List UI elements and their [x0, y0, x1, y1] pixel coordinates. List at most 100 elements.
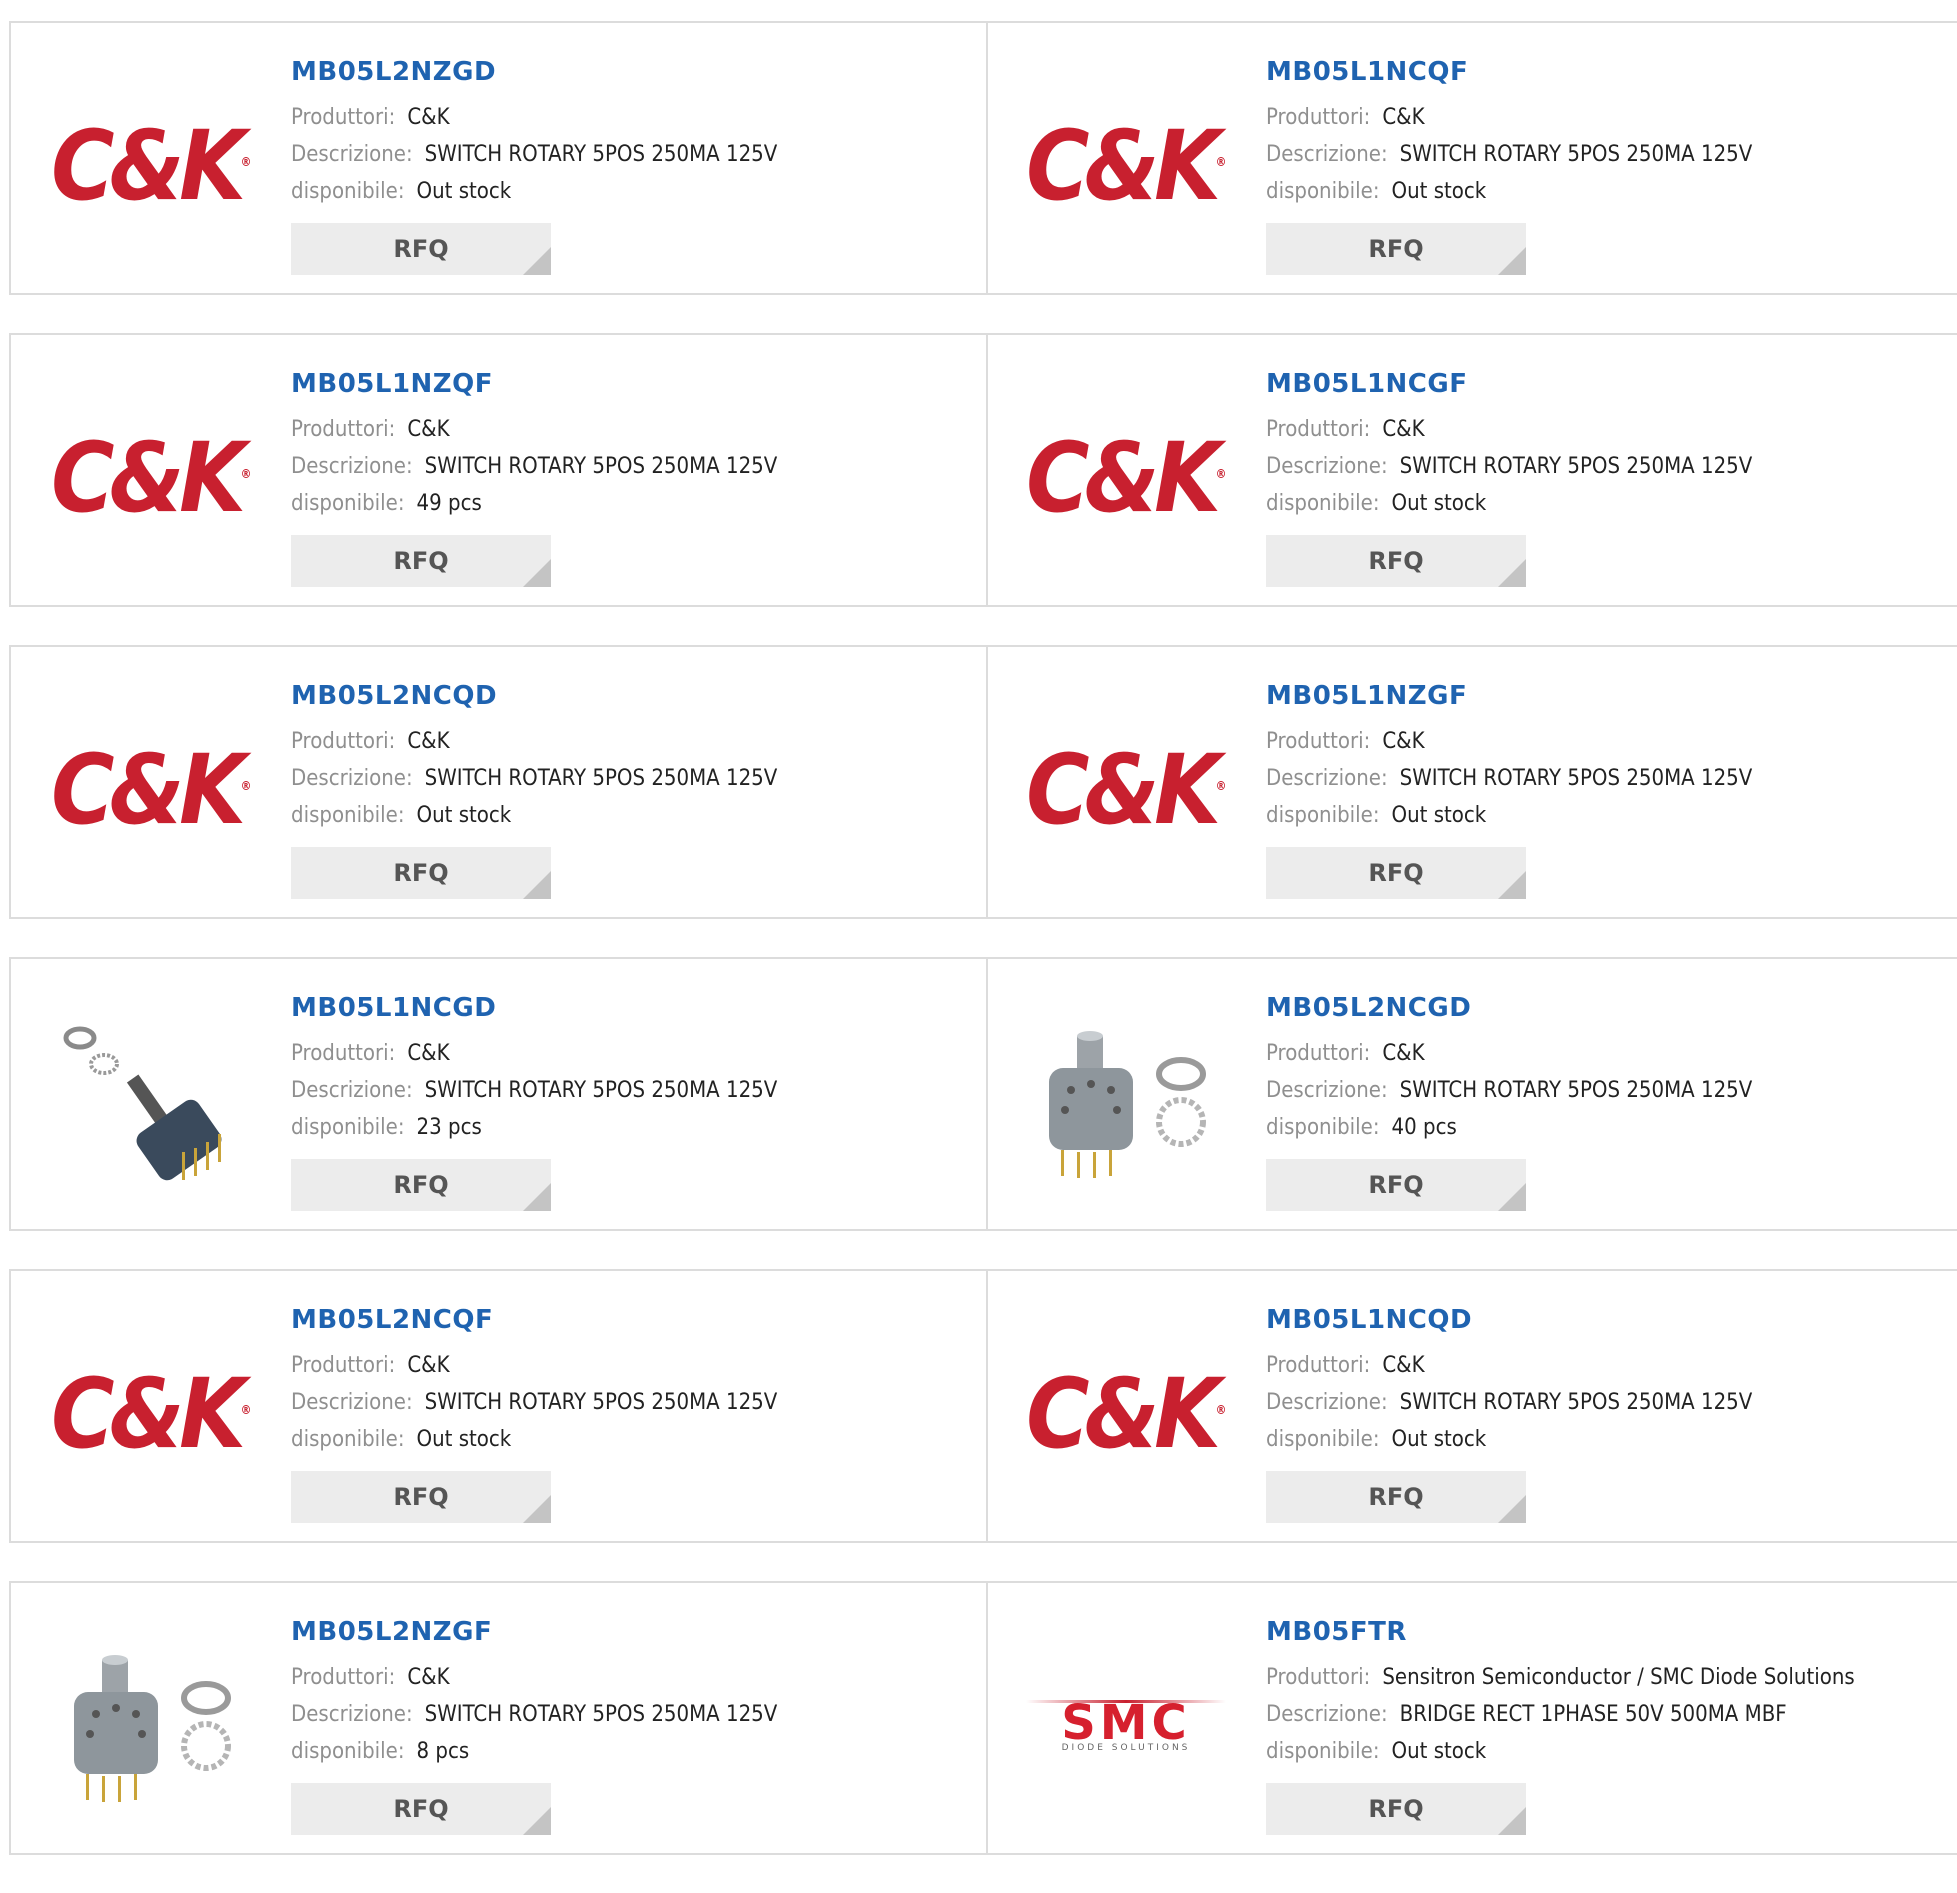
product-image[interactable]: C&K® — [1024, 695, 1228, 885]
product-card: MB05L2NCGD Produttori: C&K Descrizione: SW… — [986, 959, 1957, 1229]
manufacturer-value: C&K — [1382, 1041, 1425, 1066]
smc-logo-subtitle: DIODE SOLUTIONS — [1061, 1742, 1191, 1753]
manufacturer-row: Produttori: C&K — [1266, 99, 1947, 136]
manufacturer-value: C&K — [1382, 1353, 1425, 1378]
product-image[interactable] — [49, 1631, 253, 1821]
rfq-button[interactable]: RFQ — [291, 1159, 551, 1211]
manufacturer-label: Produttori: — [1266, 1665, 1371, 1690]
part-number-link[interactable]: MB05FTR — [1266, 1613, 1947, 1651]
part-number-link[interactable]: MB05L2NCQF — [291, 1301, 976, 1339]
availability-value: Out stock — [416, 179, 512, 204]
product-row: C&K® MB05L2NCQD Produttori: C&K Descrizio… — [9, 645, 1957, 919]
rfq-button[interactable]: RFQ — [291, 1471, 551, 1523]
product-row: C&K® MB05L1NZQF Produttori: C&K Descrizio… — [9, 333, 1957, 607]
availability-value: 40 pcs — [1391, 1115, 1457, 1140]
description-label: Descrizione: — [1266, 142, 1388, 167]
product-image[interactable]: C&K® — [49, 383, 253, 573]
availability-label: disponibile: — [1266, 179, 1380, 204]
rfq-button[interactable]: RFQ — [1266, 535, 1526, 587]
manufacturer-value: C&K — [407, 1041, 450, 1066]
product-info: MB05L2NCQF Produttori: C&K Descrizione: SW… — [291, 1301, 976, 1523]
part-number-link[interactable]: MB05L2NZGF — [291, 1613, 976, 1651]
description-label: Descrizione: — [1266, 766, 1388, 791]
manufacturer-value: C&K — [407, 417, 450, 442]
rfq-button[interactable]: RFQ — [291, 847, 551, 899]
part-number-link[interactable]: MB05L1NCGD — [291, 989, 976, 1027]
manufacturer-label: Produttori: — [291, 417, 396, 442]
description-value: SWITCH ROTARY 5POS 250MA 125V — [1399, 766, 1753, 791]
ck-logo: C&K® — [1026, 118, 1226, 214]
availability-label: disponibile: — [1266, 491, 1380, 516]
product-image[interactable]: SMC DIODE SOLUTIONS — [1024, 1631, 1228, 1821]
description-row: Descrizione: SWITCH ROTARY 5POS 250MA 125… — [291, 448, 976, 485]
description-value: SWITCH ROTARY 5POS 250MA 125V — [424, 1078, 778, 1103]
manufacturer-value: C&K — [407, 729, 450, 754]
ck-logo: C&K® — [1026, 742, 1226, 838]
product-image[interactable]: C&K® — [49, 1319, 253, 1509]
part-number-link[interactable]: MB05L2NCGD — [1266, 989, 1947, 1027]
description-row: Descrizione: SWITCH ROTARY 5POS 250MA 125… — [1266, 448, 1947, 485]
description-row: Descrizione: SWITCH ROTARY 5POS 250MA 125… — [291, 760, 976, 797]
product-image[interactable] — [1024, 1007, 1228, 1197]
rfq-button[interactable]: RFQ — [1266, 1471, 1526, 1523]
manufacturer-value: Sensitron Semiconductor / SMC Diode Solu… — [1382, 1665, 1855, 1690]
product-card: C&K® MB05L2NCQF Produttori: C&K Descrizio… — [9, 1271, 988, 1541]
part-number-link[interactable]: MB05L1NCGF — [1266, 365, 1947, 403]
part-number-link[interactable]: MB05L2NCQD — [291, 677, 976, 715]
part-number-link[interactable]: MB05L1NZQF — [291, 365, 976, 403]
registered-mark: ® — [240, 1403, 252, 1417]
product-card: C&K® MB05L1NCGF Produttori: C&K Descrizio… — [986, 335, 1957, 605]
product-image[interactable]: C&K® — [1024, 383, 1228, 573]
product-info: MB05L1NCQD Produttori: C&K Descrizione: SW… — [1266, 1301, 1947, 1523]
availability-label: disponibile: — [1266, 1739, 1380, 1764]
description-value: BRIDGE RECT 1PHASE 50V 500MA MBF — [1399, 1702, 1787, 1727]
availability-label: disponibile: — [1266, 1427, 1380, 1452]
product-image[interactable]: C&K® — [49, 71, 253, 261]
description-row: Descrizione: SWITCH ROTARY 5POS 250MA 125… — [1266, 1384, 1947, 1421]
manufacturer-row: Produttori: C&K — [291, 411, 976, 448]
part-number-link[interactable]: MB05L1NZGF — [1266, 677, 1947, 715]
part-number-link[interactable]: MB05L1NCQF — [1266, 53, 1947, 91]
description-value: SWITCH ROTARY 5POS 250MA 125V — [424, 1390, 778, 1415]
product-card: C&K® MB05L1NCQD Produttori: C&K Descrizio… — [986, 1271, 1957, 1541]
product-row: C&K® MB05L2NCQF Produttori: C&K Descrizio… — [9, 1269, 1957, 1543]
availability-label: disponibile: — [291, 1115, 405, 1140]
availability-label: disponibile: — [291, 1739, 405, 1764]
rfq-button[interactable]: RFQ — [291, 535, 551, 587]
manufacturer-label: Produttori: — [1266, 105, 1371, 130]
rfq-button[interactable]: RFQ — [1266, 223, 1526, 275]
rfq-button[interactable]: RFQ — [291, 223, 551, 275]
rfq-button[interactable]: RFQ — [291, 1783, 551, 1835]
availability-label: disponibile: — [291, 1427, 405, 1452]
product-card: C&K® MB05L2NZGD Produttori: C&K Descrizio… — [9, 23, 988, 293]
product-image[interactable]: C&K® — [1024, 1319, 1228, 1509]
rfq-button[interactable]: RFQ — [1266, 847, 1526, 899]
description-label: Descrizione: — [1266, 454, 1388, 479]
availability-value: Out stock — [1391, 1427, 1487, 1452]
product-image[interactable]: C&K® — [49, 695, 253, 885]
manufacturer-label: Produttori: — [291, 1665, 396, 1690]
availability-row: disponibile: Out stock — [1266, 173, 1947, 210]
description-label: Descrizione: — [291, 766, 413, 791]
rfq-button[interactable]: RFQ — [1266, 1783, 1526, 1835]
ck-logo: C&K® — [51, 430, 251, 526]
part-number-link[interactable]: MB05L2NZGD — [291, 53, 976, 91]
part-number-link[interactable]: MB05L1NCQD — [1266, 1301, 1947, 1339]
manufacturer-row: Produttori: C&K — [1266, 723, 1947, 760]
smc-logo: SMC DIODE SOLUTIONS — [1026, 1699, 1226, 1753]
product-card: MB05L2NZGF Produttori: C&K Descrizione: SW… — [9, 1583, 988, 1853]
description-row: Descrizione: SWITCH ROTARY 5POS 250MA 125… — [1266, 760, 1947, 797]
availability-row: disponibile: Out stock — [291, 797, 976, 834]
product-info: MB05FTR Produttori: Sensitron Semiconduct… — [1266, 1613, 1947, 1835]
registered-mark: ® — [1215, 467, 1227, 481]
rfq-button[interactable]: RFQ — [1266, 1159, 1526, 1211]
product-info: MB05L2NZGD Produttori: C&K Descrizione: SW… — [291, 53, 976, 275]
product-grid: C&K® MB05L2NZGD Produttori: C&K Descrizio… — [9, 21, 1957, 1893]
product-image[interactable] — [49, 1007, 253, 1197]
manufacturer-row: Produttori: C&K — [1266, 1035, 1947, 1072]
registered-mark: ® — [1215, 155, 1227, 169]
description-row: Descrizione: SWITCH ROTARY 5POS 250MA 125… — [291, 1696, 976, 1733]
ck-logo: C&K® — [51, 1366, 251, 1462]
manufacturer-value: C&K — [1382, 105, 1425, 130]
product-image[interactable]: C&K® — [1024, 71, 1228, 261]
